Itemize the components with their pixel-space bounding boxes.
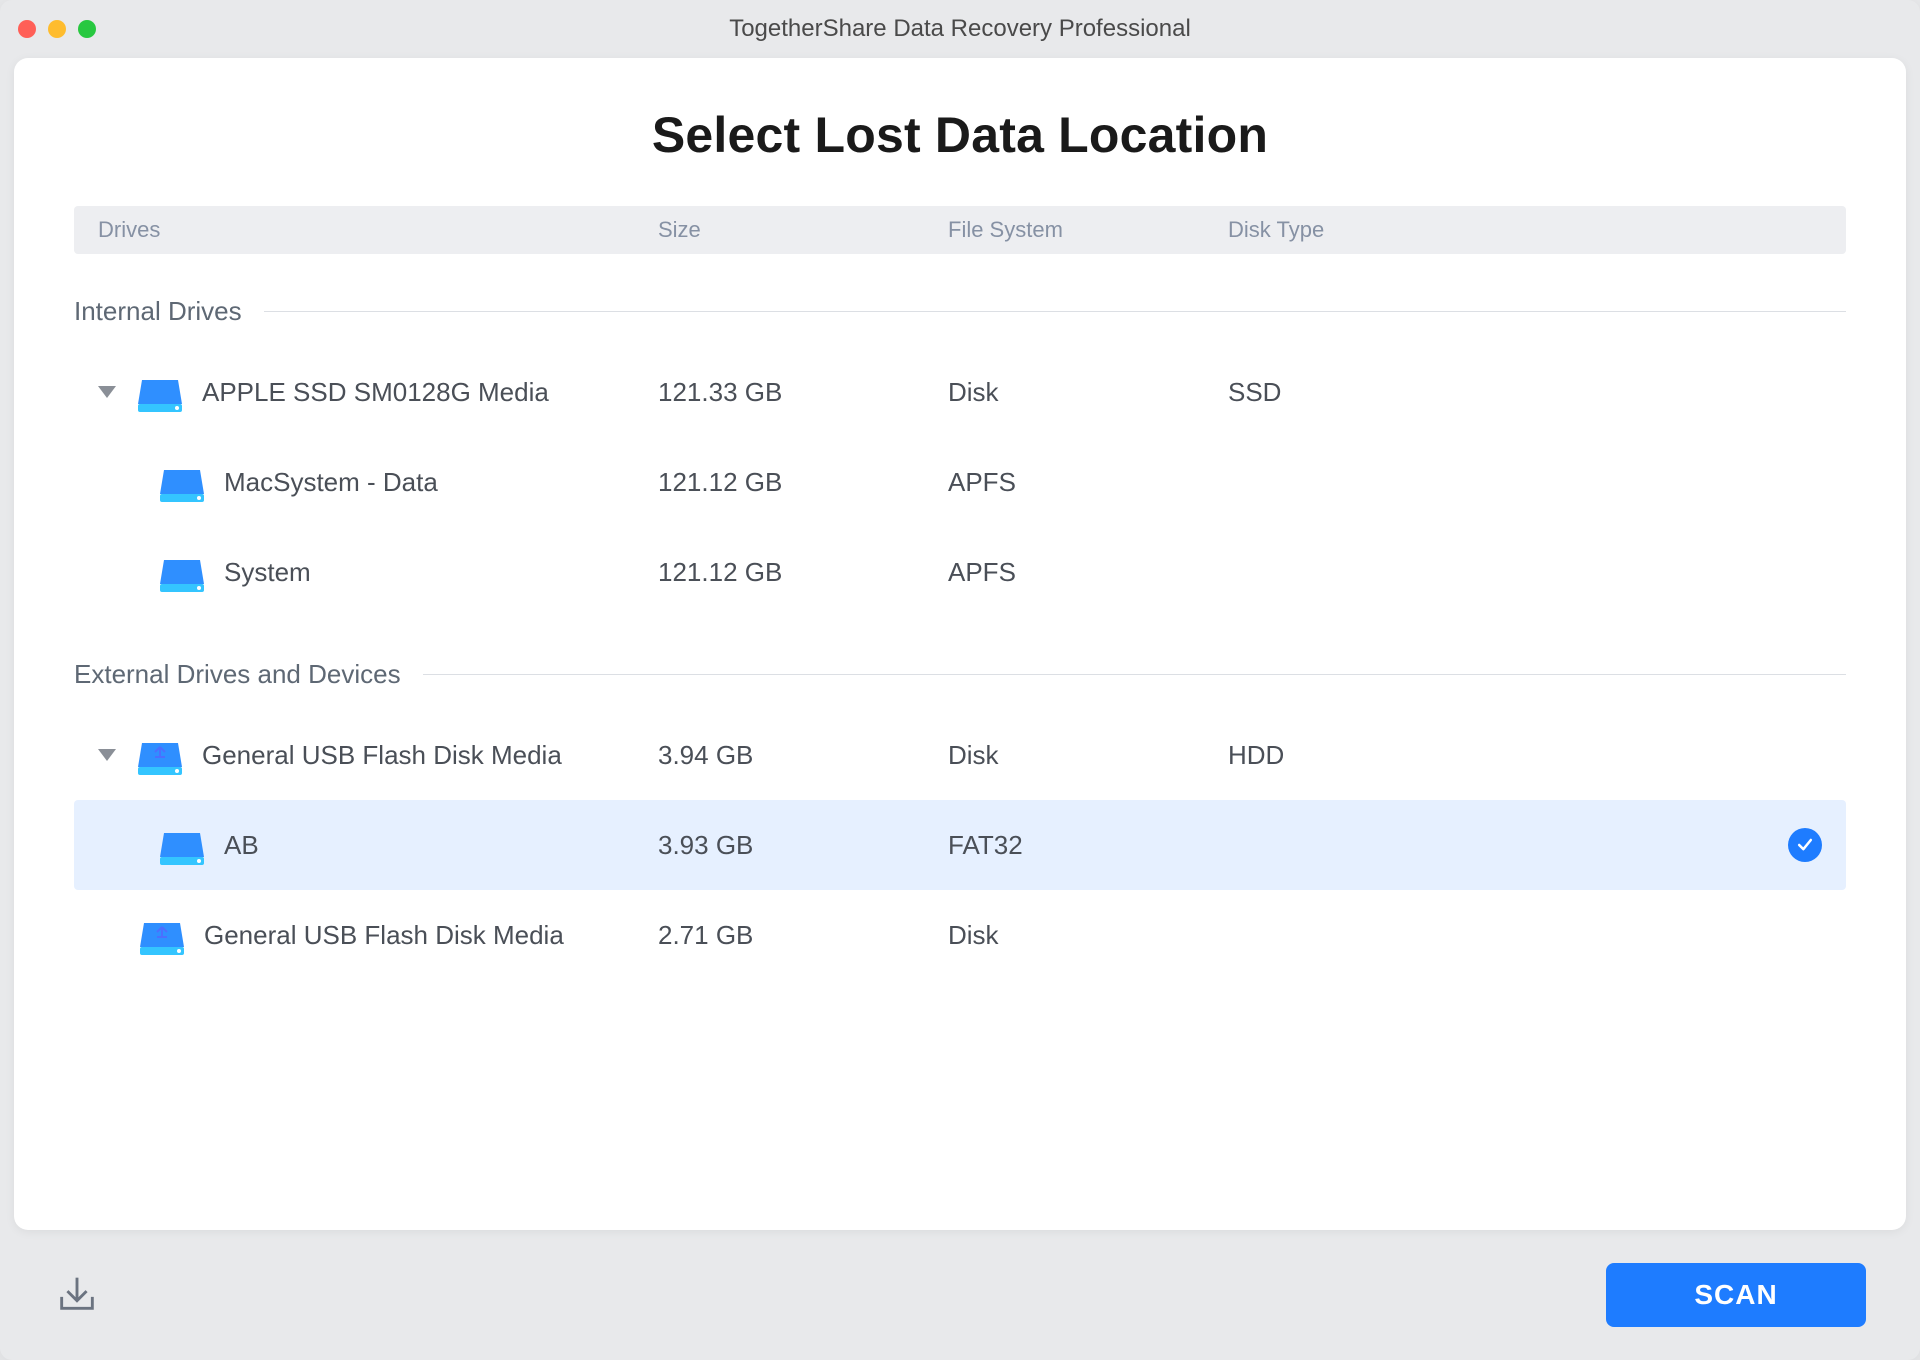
drive-icon: [158, 464, 206, 500]
drive-row-external-extra[interactable]: General USB Flash Disk Media 2.71 GB Dis…: [74, 890, 1846, 980]
drive-icon: [158, 554, 206, 590]
col-drives: Drives: [98, 217, 658, 243]
section-external-label: External Drives and Devices: [74, 659, 401, 690]
page-title: Select Lost Data Location: [14, 58, 1906, 206]
zoom-icon[interactable]: [78, 20, 96, 38]
section-external: External Drives and Devices: [74, 659, 1846, 690]
drive-size: 121.33 GB: [658, 377, 948, 408]
section-internal-label: Internal Drives: [74, 296, 242, 327]
drive-name: AB: [224, 830, 259, 861]
drive-row-external-child-0[interactable]: AB 3.93 GB FAT32: [74, 800, 1846, 890]
drive-icon: [158, 827, 206, 863]
section-internal: Internal Drives: [74, 296, 1846, 327]
drive-name: APPLE SSD SM0128G Media: [202, 377, 549, 408]
drive-icon: [136, 374, 184, 410]
drive-fs: Disk: [948, 740, 1228, 771]
col-size: Size: [658, 217, 948, 243]
drive-size: 3.94 GB: [658, 740, 948, 771]
drive-fs: APFS: [948, 557, 1228, 588]
drive-row-internal-root[interactable]: APPLE SSD SM0128G Media 121.33 GB Disk S…: [74, 347, 1846, 437]
chevron-down-icon[interactable]: [98, 749, 116, 761]
drive-name: General USB Flash Disk Media: [204, 920, 564, 951]
drive-size: 121.12 GB: [658, 467, 948, 498]
col-filesystem: File System: [948, 217, 1228, 243]
drive-fs: APFS: [948, 467, 1228, 498]
drive-name: MacSystem - Data: [224, 467, 438, 498]
drive-fs: FAT32: [948, 830, 1228, 861]
usb-drive-icon: [138, 917, 186, 953]
chevron-down-icon[interactable]: [98, 386, 116, 398]
column-headers: Drives Size File System Disk Type: [74, 206, 1846, 254]
drive-fs: Disk: [948, 377, 1228, 408]
minimize-icon[interactable]: [48, 20, 66, 38]
footer-bar: SCAN: [0, 1230, 1920, 1360]
drive-size: 3.93 GB: [658, 830, 948, 861]
window-controls: [18, 20, 96, 38]
scan-button[interactable]: SCAN: [1606, 1263, 1866, 1327]
drive-size: 121.12 GB: [658, 557, 948, 588]
app-window: TogetherShare Data Recovery Professional…: [0, 0, 1920, 1360]
section-divider: [423, 674, 1846, 675]
check-icon: [1788, 828, 1822, 862]
drive-name: General USB Flash Disk Media: [202, 740, 562, 771]
usb-drive-icon: [136, 737, 184, 773]
window-title: TogetherShare Data Recovery Professional: [0, 15, 1920, 43]
section-divider: [264, 311, 1846, 312]
titlebar: TogetherShare Data Recovery Professional: [0, 0, 1920, 58]
drive-row-internal-child-0[interactable]: MacSystem - Data 121.12 GB APFS: [74, 437, 1846, 527]
import-icon[interactable]: [54, 1270, 100, 1321]
drive-type: HDD: [1228, 740, 1762, 771]
drive-fs: Disk: [948, 920, 1228, 951]
drive-row-external-root[interactable]: General USB Flash Disk Media 3.94 GB Dis…: [74, 710, 1846, 800]
drive-row-internal-child-1[interactable]: System 121.12 GB APFS: [74, 527, 1846, 617]
drive-name: System: [224, 557, 311, 588]
drive-size: 2.71 GB: [658, 920, 948, 951]
drive-table: Drives Size File System Disk Type Intern…: [14, 206, 1906, 980]
col-disktype: Disk Type: [1228, 217, 1762, 243]
close-icon[interactable]: [18, 20, 36, 38]
main-panel: Select Lost Data Location Drives Size Fi…: [14, 58, 1906, 1230]
drive-type: SSD: [1228, 377, 1762, 408]
